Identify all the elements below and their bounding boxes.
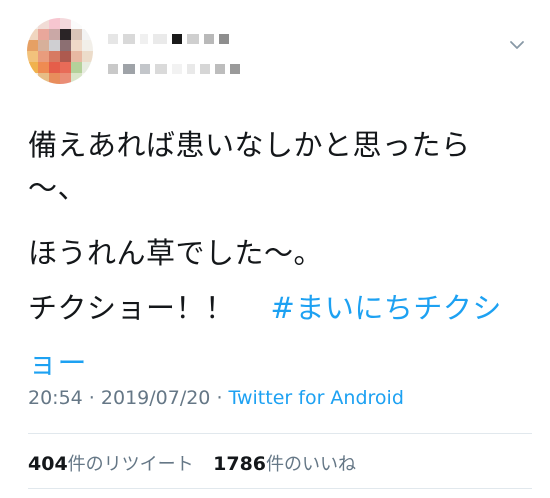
like-count: 1786 [213, 453, 267, 475]
tweet-meta: 20:54 · 2019/07/20 · Twitter for Android [28, 387, 404, 409]
tweet-text-line-4: チクショー！！ #まいにちチクシ [28, 281, 528, 336]
like-label: 件のいいね [266, 454, 357, 475]
tweet-stats: 404件のリツイート 1786件のいいね [28, 450, 356, 476]
tweet-text-line-1: 備えあれば患いなしかと思ったら [28, 128, 471, 162]
like-stat[interactable]: 1786件のいいね [213, 453, 357, 475]
retweet-stat[interactable]: 404件のリツイート [28, 453, 194, 475]
hashtag-link-continued[interactable]: ョー [28, 336, 528, 391]
tweet-text: 備えあれば患いなしかと思ったら 〜、 ほうれん草でした〜。 チクショー！！ #まい… [28, 118, 528, 391]
tweet-text-exclaim: チクショー！！ [28, 291, 235, 325]
tweet-date[interactable]: 2019/07/20 [101, 387, 211, 409]
meta-separator: · [82, 387, 101, 409]
retweet-label: 件のリツイート [67, 454, 194, 475]
blurred-avatar-icon[interactable] [27, 18, 93, 84]
tweet-source-link[interactable]: Twitter for Android [229, 387, 404, 409]
user-name-blurred[interactable] [108, 30, 240, 78]
meta-separator: · [210, 387, 229, 409]
chevron-down-icon[interactable] [508, 36, 526, 54]
retweet-count: 404 [28, 453, 68, 475]
divider [28, 433, 532, 434]
divider [28, 488, 532, 489]
tweet-time[interactable]: 20:54 [28, 387, 83, 409]
tweet-text-line-3: ほうれん草でした〜。 [28, 236, 324, 270]
hashtag-link[interactable]: #まいにちチクシ [271, 291, 502, 325]
tweet-card: 備えあれば患いなしかと思ったら 〜、 ほうれん草でした〜。 チクショー！！ #まい… [0, 0, 550, 498]
user-handle-blur [108, 60, 240, 78]
display-name-blur [108, 30, 240, 48]
